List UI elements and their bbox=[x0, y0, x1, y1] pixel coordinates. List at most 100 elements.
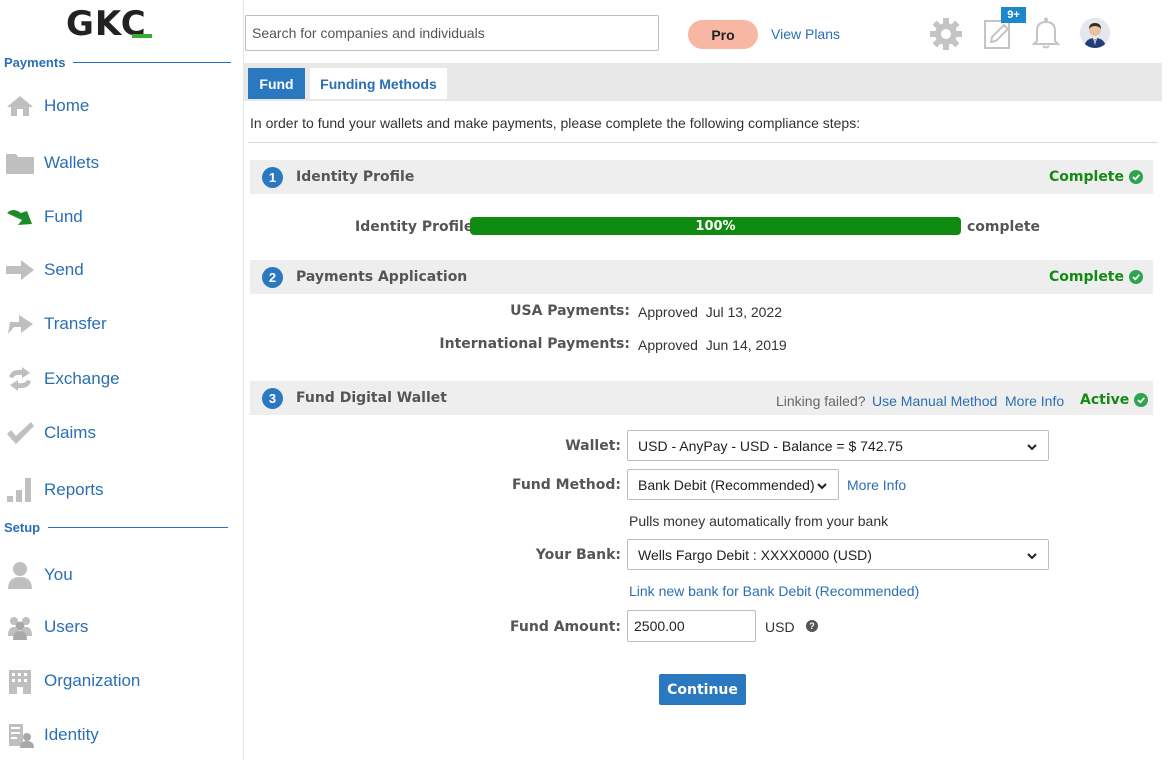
progress-value: 100% bbox=[695, 218, 736, 234]
your-bank-select-value: Wells Fargo Debit : XXXX0000 (USD) bbox=[638, 546, 872, 563]
sidebar-item-label: Send bbox=[44, 260, 84, 279]
check-circle-icon bbox=[1134, 393, 1149, 407]
usa-payments-value: Approved Jul 13, 2022 bbox=[638, 304, 782, 320]
step-number: 3 bbox=[262, 387, 283, 409]
step-title: Payments Application bbox=[296, 269, 468, 285]
sidebar-item-exchange[interactable]: Exchange bbox=[4, 364, 120, 394]
your-bank-select[interactable]: Wells Fargo Debit : XXXX0000 (USD) bbox=[627, 539, 1049, 570]
fund-method-select-value: Bank Debit (Recommended) bbox=[638, 476, 815, 493]
fund-method-select[interactable]: Bank Debit (Recommended) bbox=[627, 469, 839, 500]
identity-icon bbox=[4, 721, 36, 749]
use-manual-method-link[interactable]: Use Manual Method bbox=[872, 393, 997, 409]
sidebar-item-claims[interactable]: Claims bbox=[4, 418, 96, 448]
sidebar-item-label: Identity bbox=[44, 725, 99, 744]
status-label: Complete bbox=[1049, 269, 1124, 285]
wallet-select[interactable]: USD - AnyPay - USD - Balance = $ 742.75 bbox=[627, 430, 1049, 461]
chevron-down-icon bbox=[816, 479, 828, 495]
sidebar-item-label: Exchange bbox=[44, 369, 120, 388]
progress-label: Identity Profile bbox=[355, 219, 474, 235]
wallet-select-value: USD - AnyPay - USD - Balance = $ 742.75 bbox=[638, 437, 903, 454]
step-title: Fund Digital Wallet bbox=[296, 390, 447, 406]
section-setup: Setup bbox=[4, 520, 229, 535]
section-title: Payments bbox=[4, 55, 66, 70]
help-glyph: ? bbox=[809, 621, 815, 631]
help-icon[interactable]: ? bbox=[806, 620, 818, 632]
fund-method-label: Fund Method: bbox=[511, 477, 621, 493]
progress-suffix: complete bbox=[967, 219, 1041, 235]
logo-underline bbox=[132, 34, 152, 38]
divider bbox=[248, 142, 1158, 143]
section-title: Setup bbox=[4, 520, 41, 535]
sidebar-item-organization[interactable]: Organization bbox=[4, 666, 140, 696]
brand-logo[interactable]: GKC bbox=[66, 4, 147, 44]
sidebar-item-wallets[interactable]: Wallets bbox=[4, 148, 99, 178]
app-root: GKC Payments Home Wallets Fund Send Tran… bbox=[0, 0, 1168, 760]
users-icon bbox=[4, 613, 36, 641]
sidebar-item-label: Reports bbox=[44, 480, 104, 499]
linking-failed-text: Linking failed? bbox=[776, 393, 866, 409]
section-payments: Payments bbox=[4, 55, 232, 70]
wallet-label: Wallet: bbox=[565, 438, 621, 454]
pro-plan-badge[interactable]: Pro bbox=[688, 20, 758, 49]
check-circle-icon bbox=[1129, 170, 1143, 184]
fund-amount-input[interactable] bbox=[627, 610, 756, 642]
sidebar-item-label: Organization bbox=[44, 671, 141, 690]
chevron-down-icon bbox=[1026, 549, 1038, 565]
view-plans-link[interactable]: View Plans bbox=[771, 26, 840, 42]
gear-icon[interactable] bbox=[929, 17, 963, 51]
bar-chart-icon bbox=[4, 476, 36, 504]
bell-icon[interactable] bbox=[1031, 16, 1061, 50]
sidebar-item-label: Transfer bbox=[44, 314, 107, 333]
exchange-icon bbox=[4, 365, 36, 393]
usa-payments-label: USA Payments: bbox=[510, 303, 630, 319]
sidebar-item-transfer[interactable]: Transfer bbox=[4, 309, 107, 339]
step-status: Complete bbox=[1049, 160, 1143, 194]
home-icon bbox=[4, 92, 36, 120]
step-payments-application-header: 2 Payments Application Complete bbox=[250, 260, 1153, 294]
chevron-down-icon bbox=[1026, 440, 1038, 456]
compliance-intro-text: In order to fund your wallets and make p… bbox=[250, 115, 861, 131]
international-payments-value: Approved Jun 14, 2019 bbox=[638, 337, 787, 353]
sidebar: GKC Payments Home Wallets Fund Send Tran… bbox=[0, 0, 244, 760]
step-title: Identity Profile bbox=[296, 169, 415, 185]
international-payments-label: International Payments: bbox=[439, 336, 630, 352]
link-new-bank-link[interactable]: Link new bank for Bank Debit (Recommende… bbox=[629, 583, 919, 599]
sidebar-item-reports[interactable]: Reports bbox=[4, 475, 104, 505]
user-avatar[interactable] bbox=[1080, 18, 1110, 48]
fund-method-more-info-link[interactable]: More Info bbox=[847, 477, 906, 493]
sidebar-item-label: Claims bbox=[44, 423, 96, 442]
building-icon bbox=[4, 667, 36, 695]
your-bank-label: Your Bank: bbox=[535, 547, 621, 563]
step-status: Complete bbox=[1049, 260, 1143, 294]
send-arrow-icon bbox=[4, 256, 36, 284]
sidebar-item-label: Users bbox=[44, 617, 89, 636]
fund-arrow-icon bbox=[4, 203, 36, 231]
fund-method-hint: Pulls money automatically from your bank bbox=[629, 513, 889, 529]
identity-progress-bar: 100% bbox=[470, 217, 961, 235]
sidebar-item-label: You bbox=[44, 565, 73, 584]
sidebar-item-label: Home bbox=[44, 96, 90, 115]
step-number: 1 bbox=[262, 166, 283, 188]
transfer-arrow-icon bbox=[4, 310, 36, 338]
sidebar-item-users[interactable]: Users bbox=[4, 612, 88, 642]
sidebar-item-send[interactable]: Send bbox=[4, 255, 84, 285]
folder-icon bbox=[4, 149, 36, 177]
tab-funding-methods[interactable]: Funding Methods bbox=[310, 68, 447, 99]
continue-button[interactable]: Continue bbox=[659, 674, 746, 705]
section-divider bbox=[73, 62, 232, 63]
sidebar-item-label: Fund bbox=[44, 207, 83, 226]
sidebar-item-label: Wallets bbox=[44, 153, 100, 172]
currency-label: USD bbox=[765, 619, 795, 635]
more-info-link[interactable]: More Info bbox=[1005, 393, 1064, 409]
status-label: Complete bbox=[1049, 169, 1124, 185]
sidebar-item-fund[interactable]: Fund bbox=[4, 202, 83, 232]
sidebar-item-home[interactable]: Home bbox=[4, 91, 89, 121]
fund-amount-label: Fund Amount: bbox=[510, 619, 621, 635]
sidebar-item-identity[interactable]: Identity bbox=[4, 720, 99, 750]
tab-fund[interactable]: Fund bbox=[248, 68, 305, 99]
notification-count-badge: 9+ bbox=[1001, 7, 1026, 23]
step-status: Active bbox=[1080, 383, 1149, 417]
sidebar-item-you[interactable]: You bbox=[4, 560, 73, 590]
step-identity-profile-header: 1 Identity Profile Complete bbox=[250, 160, 1153, 194]
search-input[interactable] bbox=[245, 15, 659, 51]
